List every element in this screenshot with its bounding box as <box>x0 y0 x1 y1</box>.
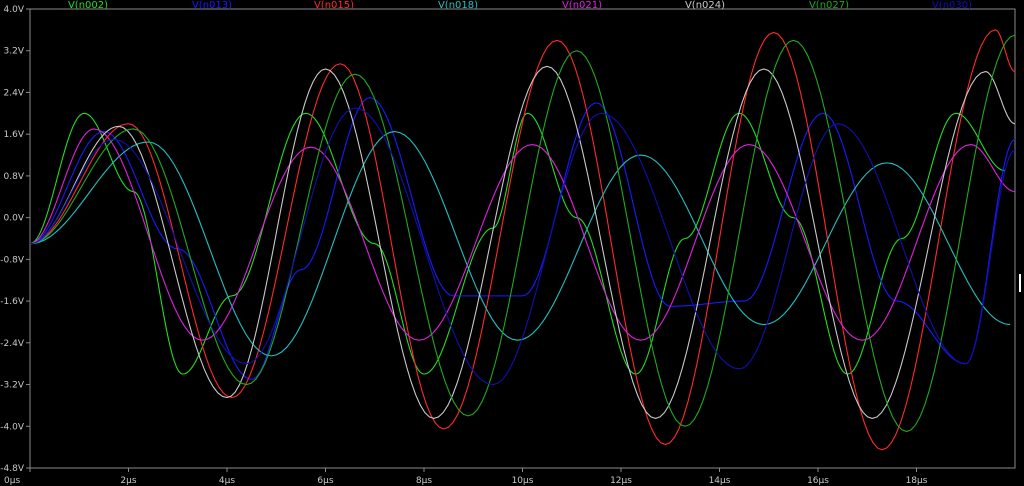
legend-entry[interactable]: V(n030) <box>932 0 972 11</box>
x-tick-label: 12µs <box>610 476 632 486</box>
y-tick-label: 1.6V <box>4 130 25 140</box>
y-tick-label: 0.8V <box>4 172 25 182</box>
y-tick-label: -1.6V <box>0 297 25 307</box>
x-tick-label: 2µs <box>120 476 136 486</box>
legend-entry[interactable]: V(n013) <box>192 0 232 11</box>
x-tick-label: 10µs <box>512 476 534 486</box>
legend-entry[interactable]: V(n027) <box>809 0 849 11</box>
trace-vn030[interactable] <box>29 107 1016 386</box>
y-tick-label: -3.2V <box>0 381 25 391</box>
x-tick-label: 4µs <box>219 476 235 486</box>
y-tick-label: -4.0V <box>0 422 25 432</box>
trace-vn015[interactable] <box>29 29 1016 451</box>
plot-frame <box>29 8 1016 469</box>
trace-group <box>29 29 1016 451</box>
y-tick-label: -0.8V <box>0 255 25 265</box>
y-tick-label: 0.0V <box>4 214 25 224</box>
x-tick-label: 16µs <box>807 476 829 486</box>
y-axis: 4.0V 3.2V 2.4V 1.6V 0.8V 0.0V -0.8V -1.6V -2.4V -… <box>0 5 30 474</box>
legend-entry[interactable]: V(n015) <box>314 0 354 11</box>
y-tick-label: -4.8V <box>0 464 25 474</box>
y-tick-label: 2.4V <box>4 88 25 98</box>
legend-entry[interactable]: V(n018) <box>438 0 478 11</box>
legend-entry[interactable]: V(n002) <box>68 0 108 11</box>
x-tick-label: 0µs <box>4 476 20 486</box>
legend-entry[interactable]: V(n021) <box>562 0 602 11</box>
x-tick-label: 8µs <box>416 476 432 486</box>
x-tick-label: 18µs <box>906 476 928 486</box>
x-tick-label: 6µs <box>317 476 333 486</box>
y-tick-label: 3.2V <box>4 47 25 57</box>
cursor-marker <box>1019 274 1021 292</box>
y-tick-label: -2.4V <box>0 339 25 349</box>
waveform-plot[interactable]: 4.0V 3.2V 2.4V 1.6V 0.8V 0.0V -0.8V -1.6V -2.4V -… <box>0 0 1024 486</box>
x-tick-label: 14µs <box>709 476 731 486</box>
legend-entry[interactable]: V(n024) <box>685 0 725 11</box>
trace-vn027[interactable] <box>29 34 1016 433</box>
x-axis: 0µs 2µs 4µs 6µs 8µs 10µs 12µs 14µs 16µs 18µs <box>4 468 928 486</box>
y-tick-label: 4.0V <box>4 5 25 15</box>
